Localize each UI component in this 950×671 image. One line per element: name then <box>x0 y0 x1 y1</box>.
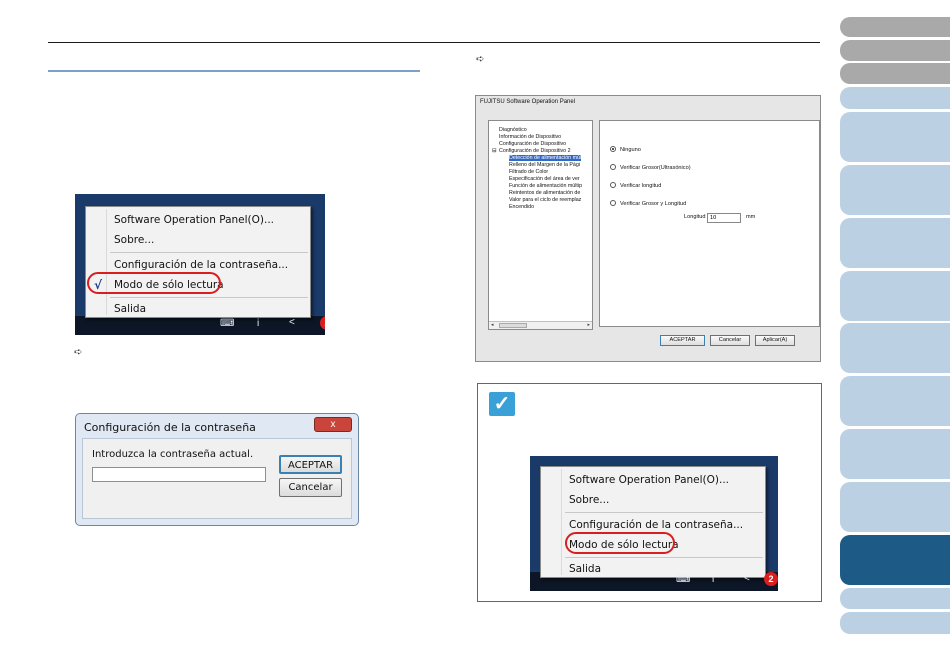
sidebar-tab[interactable] <box>840 376 950 426</box>
sidebar-tab[interactable] <box>840 271 950 321</box>
settings-tree[interactable]: Diagnóstico Información de Dispositivo C… <box>488 120 593 330</box>
highlight-oval <box>87 272 221 294</box>
sidebar-tab[interactable] <box>840 588 950 609</box>
password-dialog: Configuración de la contraseña x Introdu… <box>75 413 359 526</box>
length-label: Longitud <box>684 214 706 220</box>
context-menu: Software Operation Panel(O)... Sobre... … <box>540 466 766 578</box>
cancel-button[interactable]: Cancelar <box>710 335 750 346</box>
sidebar-tab[interactable] <box>840 482 950 532</box>
radio-check-thickness-and-length[interactable]: Verificar Grosor y Longitud <box>610 200 686 207</box>
sidebar-tab[interactable] <box>840 165 950 215</box>
keyboard-icon[interactable]: ⌨ <box>220 318 234 329</box>
sidebar-tab[interactable] <box>840 323 950 373</box>
cancel-button[interactable]: Cancelar <box>279 478 342 497</box>
step-arrow-icon: ➪ <box>74 347 83 358</box>
menu-separator <box>565 512 763 513</box>
menu-separator <box>565 557 763 558</box>
sidebar-tab[interactable] <box>840 40 950 61</box>
context-menu-screenshot: Software Operation Panel(O)... Sobre... … <box>75 194 325 335</box>
length-unit: mm <box>746 214 756 220</box>
hint-check-icon: ✓ <box>489 392 515 416</box>
software-operation-panel-window: FUJITSU Software Operation Panel Diagnós… <box>475 95 821 362</box>
sidebar-tab[interactable] <box>840 612 950 634</box>
radio-check-thickness[interactable]: Verificar Grosor(Ultrasónico) <box>610 164 691 171</box>
highlight-oval <box>565 532 675 554</box>
scroll-thumb[interactable] <box>499 323 527 328</box>
menu-item-exit[interactable]: Salida <box>114 303 146 315</box>
window-title: FUJITSU Software Operation Panel <box>480 99 576 105</box>
sidebar-tab[interactable] <box>840 87 950 109</box>
password-input[interactable] <box>92 467 266 482</box>
sidebar-tab[interactable] <box>840 17 950 37</box>
tree-item[interactable]: Valor para el ciclo de reemplaz <box>509 197 581 203</box>
menu-item-software-operation-panel[interactable]: Software Operation Panel(O)... <box>114 214 274 226</box>
scroll-left-icon[interactable]: ◂ <box>491 322 494 328</box>
close-button[interactable]: x <box>314 417 352 432</box>
length-spinbox[interactable]: 10 <box>707 213 741 223</box>
menu-item-password-settings[interactable]: Configuración de la contraseña... <box>114 259 288 271</box>
dialog-title: Configuración de la contraseña <box>84 421 256 434</box>
tree-item[interactable]: Relleno del Margen de la Pági <box>509 162 580 168</box>
scanner-status-badge[interactable]: 2 <box>764 572 778 586</box>
sidebar-tab[interactable] <box>840 218 950 268</box>
horizontal-scrollbar[interactable]: ◂ ▸ <box>489 321 592 329</box>
sidebar-tab[interactable] <box>840 429 950 479</box>
tree-item[interactable]: Información de Dispositivo <box>499 134 561 140</box>
chevron-icon[interactable]: < <box>289 317 295 328</box>
menu-separator <box>110 252 308 253</box>
tree-item-selected[interactable]: Detección de alimentación múl <box>509 155 582 161</box>
scroll-right-icon[interactable]: ▸ <box>587 322 590 328</box>
menu-item-about[interactable]: Sobre... <box>569 494 609 506</box>
dialog-body: Introduzca la contraseña actual. ACEPTAR… <box>82 438 352 519</box>
menu-item-exit[interactable]: Salida <box>569 563 601 575</box>
context-menu-screenshot: Software Operation Panel(O)... Sobre... … <box>530 456 778 591</box>
info-icon[interactable]: i <box>712 574 714 585</box>
menu-item-password-settings[interactable]: Configuración de la contraseña... <box>569 519 743 531</box>
info-icon[interactable]: i <box>257 318 259 329</box>
radio-none[interactable]: Ninguno <box>610 146 641 153</box>
sidebar-tab[interactable] <box>840 63 950 84</box>
hint-box: ✓ Software Operation Panel(O)... Sobre..… <box>477 383 822 602</box>
tree-item[interactable]: Reintentos de alimentación de <box>509 190 580 196</box>
password-prompt: Introduzca la contraseña actual. <box>92 449 254 460</box>
sidebar-tab[interactable] <box>840 112 950 162</box>
tree-item[interactable]: Función de alimentación múltip <box>509 183 582 189</box>
menu-separator <box>110 297 308 298</box>
radio-check-length[interactable]: Verificar longitud <box>610 182 661 189</box>
apply-button[interactable]: Aplicar(A) <box>755 335 795 346</box>
tree-item[interactable]: Configuración de Dispositivo 2 <box>499 148 571 154</box>
ok-button[interactable]: ACEPTAR <box>279 455 342 474</box>
tree-item[interactable]: Configuración de Dispositivo <box>499 141 566 147</box>
sidebar-tab-active[interactable] <box>840 535 950 585</box>
menu-item-about[interactable]: Sobre... <box>114 234 154 246</box>
tree-expander-icon[interactable]: ⊟ <box>492 148 496 154</box>
chevron-icon[interactable]: < <box>744 573 750 584</box>
step-arrow-icon: ➪ <box>476 54 485 65</box>
tree-item[interactable]: Especificación del área de ver <box>509 176 580 182</box>
settings-panel: Ninguno Verificar Grosor(Ultrasónico) Ve… <box>599 120 820 327</box>
tree-item[interactable]: Diagnóstico <box>499 127 527 133</box>
tree-item[interactable]: Encendido <box>509 204 534 210</box>
context-menu: Software Operation Panel(O)... Sobre... … <box>85 206 311 318</box>
tree-item[interactable]: Filtrado de Color <box>509 169 548 175</box>
menu-item-software-operation-panel[interactable]: Software Operation Panel(O)... <box>569 474 729 486</box>
header-rule <box>48 42 820 43</box>
section-rule <box>48 70 420 72</box>
taskbar <box>75 315 325 335</box>
keyboard-icon[interactable]: ⌨ <box>676 574 690 585</box>
ok-button[interactable]: ACEPTAR <box>660 335 705 346</box>
